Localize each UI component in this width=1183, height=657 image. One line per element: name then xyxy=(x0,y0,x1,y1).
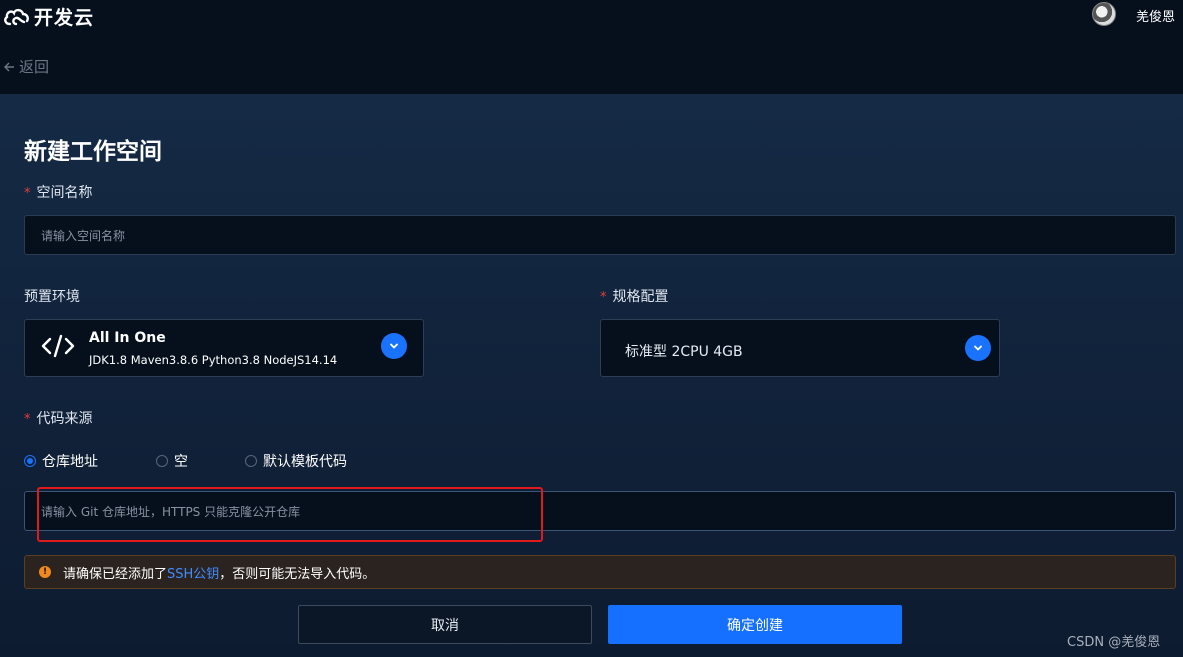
preset-env-dropdown-button[interactable] xyxy=(381,333,407,359)
required-mark: * xyxy=(24,412,31,427)
git-repo-url-input[interactable]: 请输入 Git 仓库地址，HTTPS 只能克隆公开仓库 xyxy=(24,491,1176,531)
ssh-key-link[interactable]: SSH公钥 xyxy=(167,563,219,582)
space-name-input[interactable]: 请输入空间名称 xyxy=(24,215,1176,255)
space-name-label-text: 空间名称 xyxy=(36,185,93,201)
ssh-key-warning: ! 请确保已经添加了 SSH公钥 ，否则可能无法导入代码。 xyxy=(24,555,1176,589)
radio-label: 空 xyxy=(174,454,188,470)
chevron-down-icon xyxy=(974,345,982,351)
radio-default-template[interactable]: 默认模板代码 xyxy=(245,451,347,471)
space-name-placeholder: 请输入空间名称 xyxy=(41,228,126,243)
code-source-label-text: 代码来源 xyxy=(36,411,93,427)
code-icon xyxy=(41,334,75,358)
username[interactable]: 羌俊恩 xyxy=(1136,6,1175,25)
app-logo[interactable]: 开发云 xyxy=(2,3,94,30)
cloud-logo-icon xyxy=(4,8,29,25)
spec-label-text: 规格配置 xyxy=(612,289,669,305)
code-source-label: * 代码来源 xyxy=(24,408,93,428)
preset-env-label: 预置环境 xyxy=(24,289,80,305)
radio-repo-url[interactable]: 仓库地址 xyxy=(24,451,98,471)
warning-icon: ! xyxy=(39,566,51,578)
cancel-button[interactable]: 取消 xyxy=(298,605,592,644)
logo-text: 开发云 xyxy=(34,7,95,29)
radio-checked-icon xyxy=(24,455,36,467)
radio-unchecked-icon xyxy=(245,455,257,467)
required-mark: * xyxy=(24,186,31,201)
top-bar: 开发云 羌俊恩 xyxy=(0,0,1183,32)
radio-label: 仓库地址 xyxy=(42,454,98,470)
git-repo-placeholder: 请输入 Git 仓库地址，HTTPS 只能克隆公开仓库 xyxy=(41,504,301,519)
radio-unchecked-icon xyxy=(156,455,168,467)
watermark: CSDN @羌俊恩 xyxy=(1067,635,1161,650)
required-mark: * xyxy=(600,290,607,305)
arrow-left-icon xyxy=(4,62,14,71)
back-bar: 返回 xyxy=(0,32,1183,94)
create-workspace-panel: 新建工作空间 * 空间名称 请输入空间名称 预置环境 All In One JDK… xyxy=(0,94,1183,657)
chevron-down-icon xyxy=(390,343,398,349)
env-description: JDK1.8 Maven3.8.6 Python3.8 NodeJS14.14 xyxy=(89,353,338,367)
spec-selected: 标准型 2CPU 4GB xyxy=(625,344,743,360)
avatar[interactable] xyxy=(1092,2,1116,26)
preset-env-select[interactable]: All In One JDK1.8 Maven3.8.6 Python3.8 N… xyxy=(24,319,424,377)
alert-prefix: 请确保已经添加了 xyxy=(63,566,168,582)
spec-select[interactable]: 标准型 2CPU 4GB xyxy=(600,319,1000,377)
radio-label: 默认模板代码 xyxy=(263,454,347,470)
back-link[interactable]: 返回 xyxy=(3,56,49,77)
spec-dropdown-button[interactable] xyxy=(965,335,991,361)
spec-label: * 规格配置 xyxy=(600,286,669,306)
radio-empty[interactable]: 空 xyxy=(156,451,188,471)
space-name-label: * 空间名称 xyxy=(24,182,93,202)
back-label: 返回 xyxy=(19,58,50,76)
page-title: 新建工作空间 xyxy=(24,139,162,165)
confirm-create-button[interactable]: 确定创建 xyxy=(608,605,902,644)
env-title: All In One xyxy=(89,330,166,346)
alert-suffix: ，否则可能无法导入代码。 xyxy=(219,566,376,582)
